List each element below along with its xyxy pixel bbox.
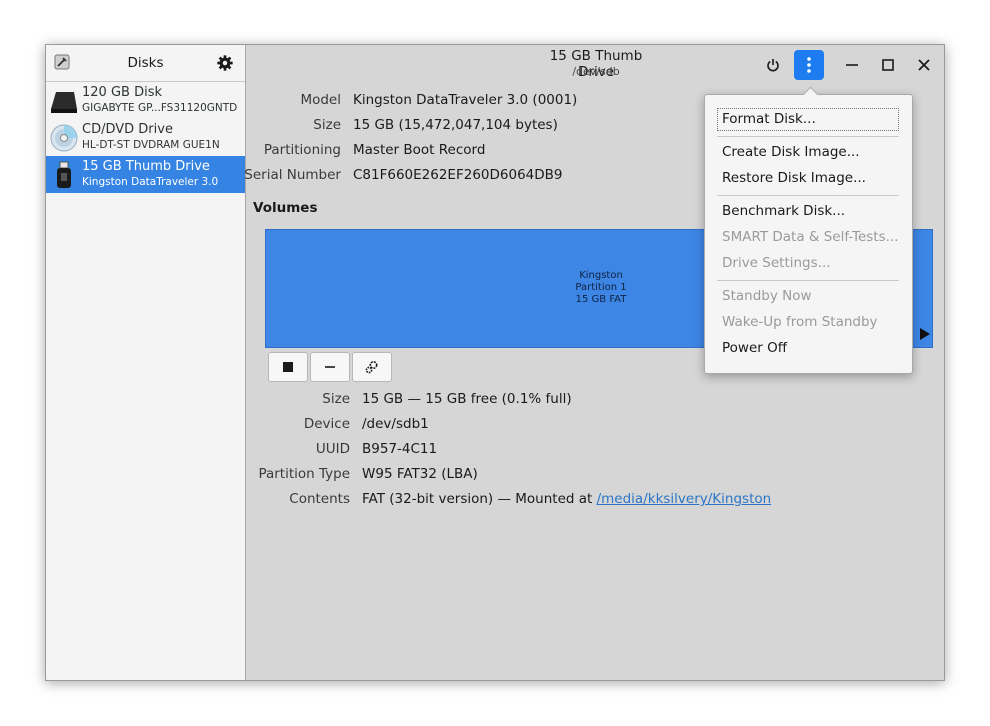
gear-icon[interactable]	[216, 54, 234, 72]
drive-item-thumb-drive[interactable]: 15 GB Thumb Drive Kingston DataTraveler …	[46, 156, 245, 193]
serial-number-label: Serial Number	[244, 167, 341, 183]
power-button[interactable]	[758, 50, 788, 80]
vertical-dots-icon	[807, 57, 811, 73]
contents-label: Contents	[289, 491, 350, 507]
partition-number: Partition 1	[575, 282, 627, 293]
partition-options-button[interactable]	[352, 352, 392, 382]
optical-disc-icon	[50, 124, 78, 152]
drive-menu-popover: Format Disk... Create Disk Image... Rest…	[704, 86, 913, 374]
minimize-button[interactable]	[837, 50, 867, 80]
device-label: Device	[303, 416, 350, 432]
menu-item-restore-disk-image[interactable]: Restore Disk Image...	[722, 170, 866, 186]
drive-name: CD/DVD Drive	[82, 122, 173, 137]
menu-separator	[717, 195, 899, 196]
menu-separator	[717, 136, 899, 137]
serial-number-value: C81F660E262EF260D6064DB9	[353, 167, 563, 183]
drive-item-120gb-disk[interactable]: 120 GB Disk GIGABYTE GP...FS31120GNTD	[46, 82, 245, 119]
gears-icon	[365, 360, 378, 374]
size-value: 15 GB (15,472,047,104 bytes)	[353, 117, 558, 133]
partitioning-label: Partitioning	[263, 142, 341, 158]
partitioning-value: Master Boot Record	[353, 142, 486, 158]
device-value: /dev/sdb1	[362, 416, 429, 432]
size-label: Size	[313, 117, 341, 133]
drive-name: 15 GB Thumb Drive	[82, 159, 210, 174]
drive-item-cd-dvd[interactable]: CD/DVD Drive HL-DT-ST DVDRAM GUE1N	[46, 119, 245, 156]
partition-name: Kingston	[579, 270, 623, 281]
minus-icon	[325, 366, 335, 368]
volume-size-label: Size	[322, 391, 350, 407]
scroll-right-icon[interactable]	[920, 328, 930, 340]
usb-drive-icon	[57, 161, 71, 188]
mount-point-link[interactable]: /media/kksilvery/Kingston	[597, 491, 772, 507]
delete-partition-button[interactable]	[310, 352, 350, 382]
menu-separator	[717, 280, 899, 281]
close-button[interactable]	[909, 50, 939, 80]
menu-item-standby-now: Standby Now	[722, 288, 812, 304]
menu-item-create-disk-image[interactable]: Create Disk Image...	[722, 144, 860, 160]
menu-item-wake-up: Wake-Up from Standby	[722, 314, 878, 330]
drive-name: 120 GB Disk	[82, 85, 162, 100]
maximize-button[interactable]	[873, 50, 903, 80]
contents-text: FAT (32-bit version) — Mounted at	[362, 491, 597, 507]
header-subtitle: /dev/sdb	[572, 65, 620, 78]
drive-model: Kingston DataTraveler 3.0	[82, 176, 219, 188]
close-icon	[918, 59, 930, 71]
menu-item-format-disk[interactable]: Format Disk...	[722, 111, 816, 127]
volume-size-value: 15 GB — 15 GB free (0.1% full)	[362, 391, 572, 407]
drive-model: HL-DT-ST DVDRAM GUE1N	[82, 139, 220, 151]
maximize-icon	[882, 59, 894, 71]
power-icon	[767, 59, 779, 72]
sidebar-header: Disks	[46, 45, 245, 82]
stop-icon	[283, 362, 293, 372]
uuid-label: UUID	[315, 441, 350, 457]
partition-block[interactable]: Kingston Partition 1 15 GB FAT	[536, 270, 666, 306]
drive-menu-button[interactable]	[794, 50, 824, 80]
volumes-heading: Volumes	[253, 200, 318, 216]
model-label: Model	[300, 92, 341, 108]
drive-model: GIGABYTE GP...FS31120GNTD	[82, 102, 238, 114]
menu-item-smart-data: SMART Data & Self-Tests...	[722, 229, 899, 245]
partition-type-label: Partition Type	[258, 466, 350, 482]
partition-type-value: W95 FAT32 (LBA)	[362, 466, 478, 482]
contents-value: FAT (32-bit version) — Mounted at /media…	[362, 491, 771, 507]
menu-item-power-off[interactable]: Power Off	[722, 340, 787, 356]
menu-item-drive-settings: Drive Settings...	[722, 255, 831, 271]
model-value: Kingston DataTraveler 3.0 (0001)	[353, 92, 578, 108]
unmount-button[interactable]	[268, 352, 308, 382]
menu-item-benchmark-disk[interactable]: Benchmark Disk...	[722, 203, 845, 219]
uuid-value: B957-4C11	[362, 441, 438, 457]
hard-disk-icon	[51, 92, 77, 113]
partition-size: 15 GB FAT	[575, 294, 627, 305]
sidebar: Disks 120 GB Disk GIGABYTE GP...FS31120G…	[46, 45, 246, 680]
minimize-icon	[846, 64, 858, 66]
